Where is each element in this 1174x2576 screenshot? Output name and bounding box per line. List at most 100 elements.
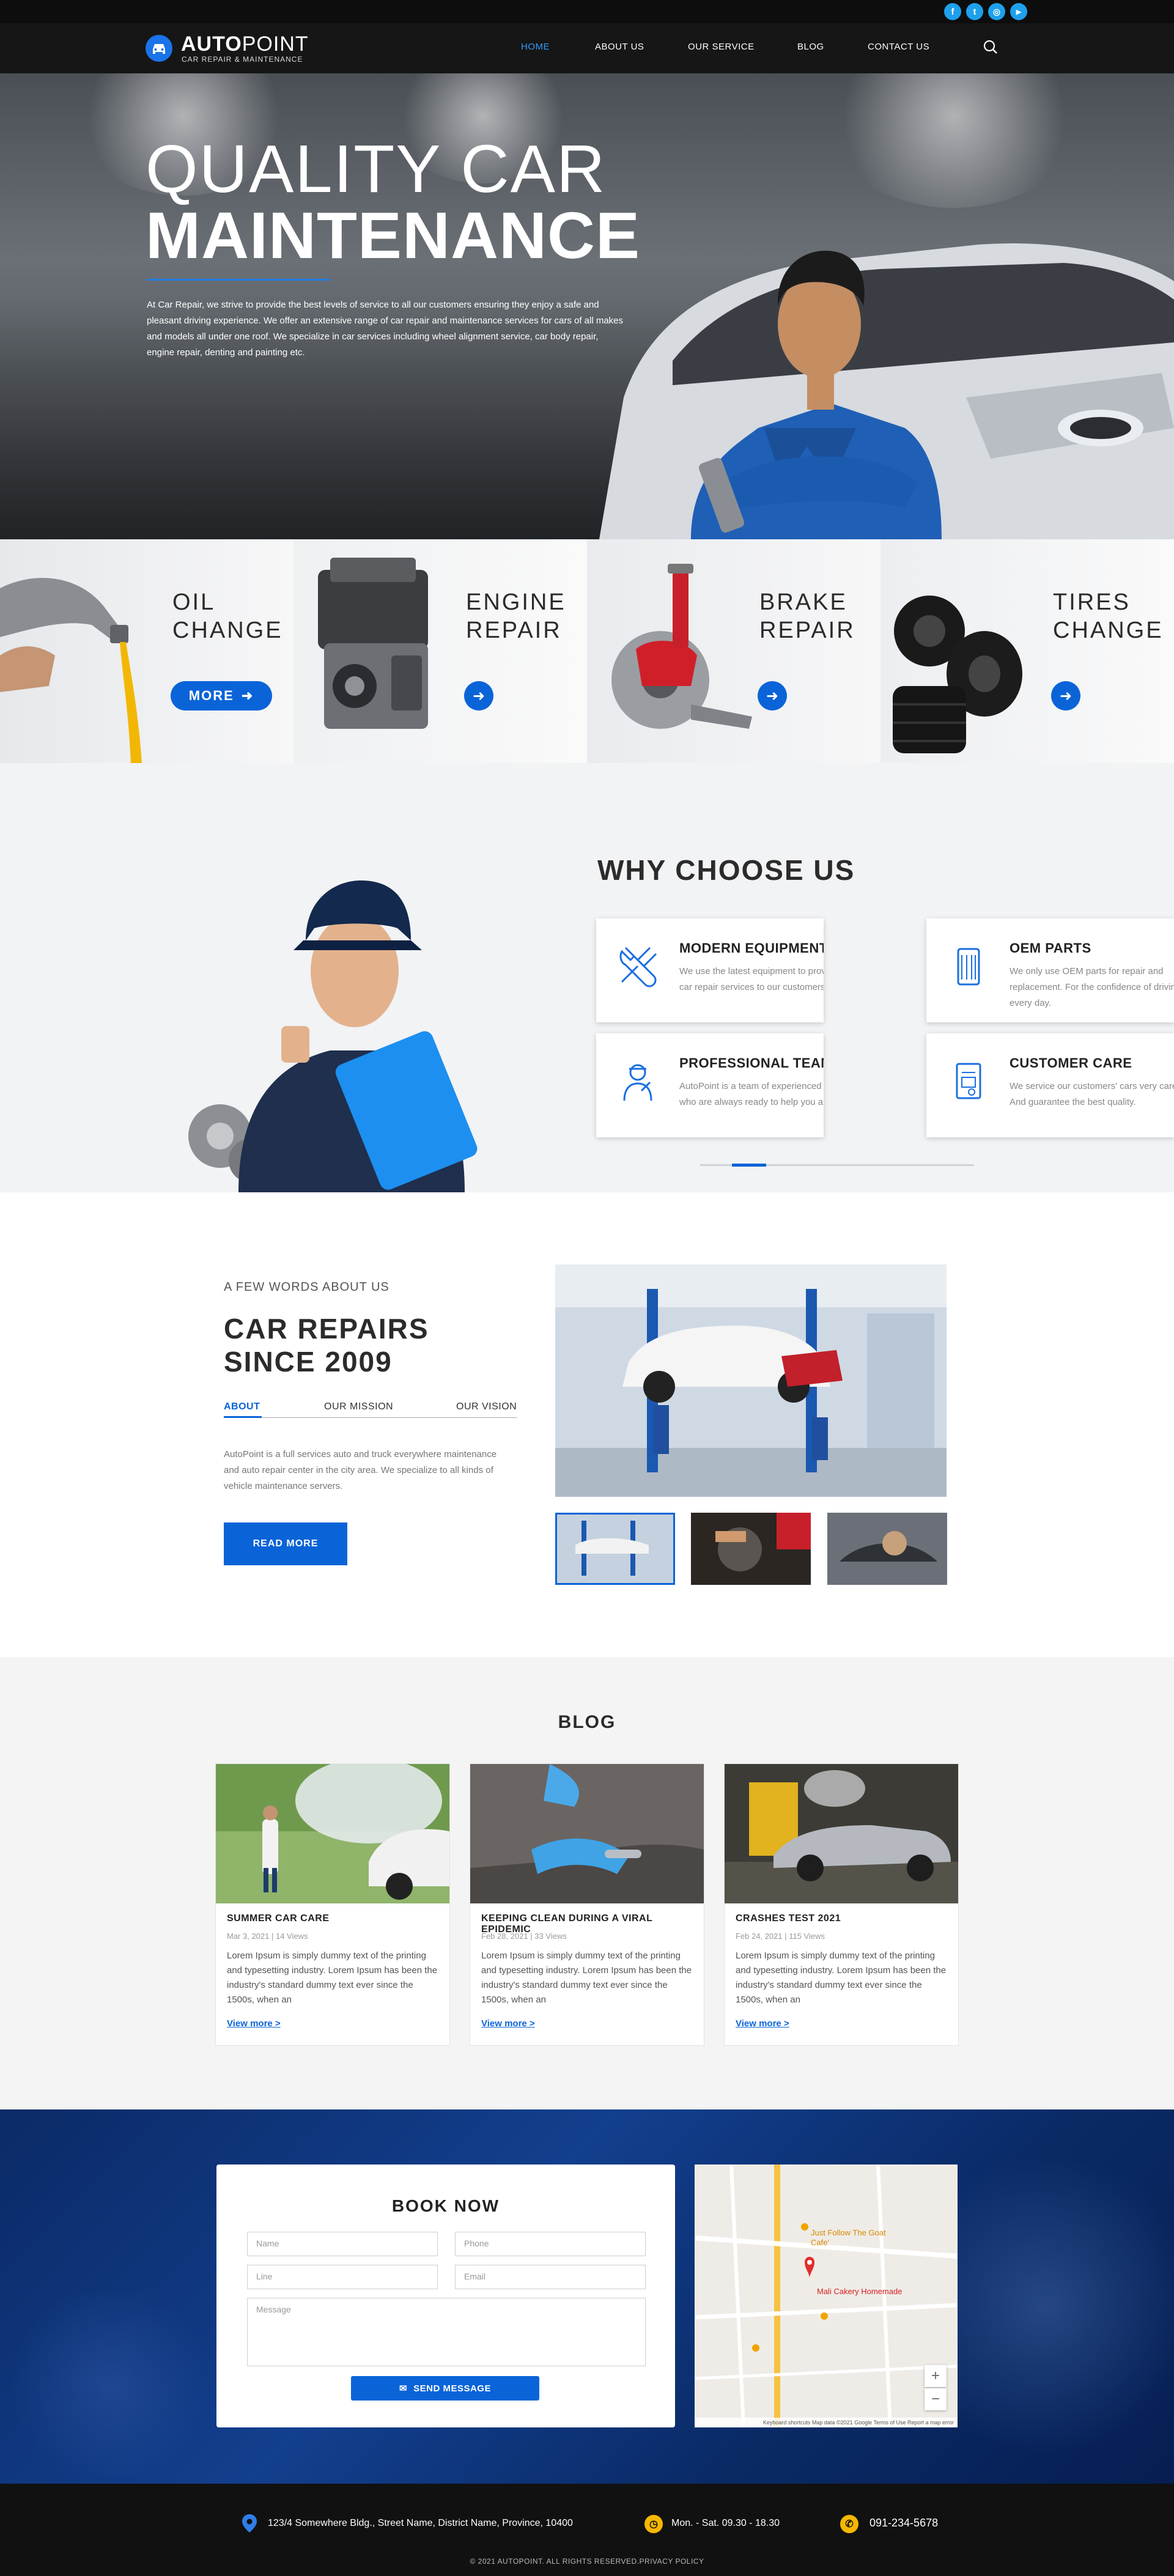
logo-tagline: CAR REPAIR & MAINTENANCE <box>182 55 303 64</box>
logo-wordmark[interactable]: AUTOPOINT <box>181 32 309 56</box>
booking-form: BOOK NOW Name Phone Line Email Message ✉… <box>216 2165 675 2427</box>
blog-post-image[interactable] <box>725 1764 958 1903</box>
footer-address: 123/4 Somewhere Bldg., Street Name, Dist… <box>268 2518 573 2528</box>
post-excerpt: Lorem Ipsum is simply dummy text of the … <box>736 1950 947 2005</box>
hero-title-light: QUALITY CAR <box>146 131 607 207</box>
feature-card-customer-care: CUSTOMER CARE We service our customers' … <box>926 1033 1174 1137</box>
instagram-icon[interactable]: ◎ <box>988 3 1005 20</box>
tab-about[interactable]: ABOUT <box>224 1401 260 1412</box>
post-excerpt: Lorem Ipsum is simply dummy text of the … <box>481 1950 692 2005</box>
thumbnail-3[interactable] <box>827 1513 947 1585</box>
envelope-icon: ✉ <box>399 2383 408 2394</box>
feature-card-oem-parts: OEM PARTS We only use OEM parts for repa… <box>926 918 1174 1022</box>
location-map[interactable]: Just Follow The Goat Cafe' Mali Cakery H… <box>695 2165 958 2427</box>
blog-post-card[interactable]: SUMMER CAR CARE Mar 3, 2021 | 14 Views L… <box>215 1763 450 2046</box>
service-engine-repair[interactable]: ENGINE REPAIR ➜ <box>294 539 587 763</box>
about-kicker: A FEW WORDS ABOUT US <box>224 1280 389 1294</box>
hero-banner: QUALITY CAR MAINTENANCE At Car Repair, w… <box>0 73 1174 539</box>
footer-copyright[interactable]: © 2021 AUTOPOINT. ALL RIGHTS RESERVED.PR… <box>0 2557 1174 2566</box>
footer-hours: Mon. - Sat. 09.30 - 18.30 <box>671 2518 780 2528</box>
blog-post-image[interactable] <box>470 1764 704 1903</box>
message-field[interactable]: Message <box>247 2298 646 2366</box>
arrow-right-icon[interactable]: ➜ <box>1051 681 1080 710</box>
nav-blog[interactable]: BLOG <box>797 42 824 52</box>
invoice-icon <box>956 1063 981 1099</box>
post-excerpt: Lorem Ipsum is simply dummy text of the … <box>227 1950 438 2005</box>
read-more-button[interactable]: READ MORE <box>224 1522 347 1565</box>
arrow-right-icon[interactable]: ➜ <box>464 681 493 710</box>
more-button[interactable]: MORE ➜ <box>171 681 272 710</box>
youtube-icon[interactable]: ▶ <box>1010 3 1027 20</box>
hero-underline <box>147 279 330 281</box>
why-title: WHY CHOOSE US <box>597 854 855 886</box>
search-icon[interactable] <box>983 39 999 58</box>
blog-post-image[interactable] <box>216 1764 449 1903</box>
about-text: AutoPoint is a full services auto and tr… <box>224 1449 497 1491</box>
post-meta: Mar 3, 2021 | 14 Views <box>227 1932 308 1941</box>
main-navbar: AUTOPOINT CAR REPAIR & MAINTENANCE HOME … <box>0 23 1174 73</box>
carousel-scrollbar-thumb[interactable] <box>732 1164 766 1167</box>
nav-about-us[interactable]: ABOUT US <box>595 42 644 52</box>
about-heading: CAR REPAIRS SINCE 2009 <box>224 1313 429 1378</box>
view-more-link[interactable]: View more > <box>227 2018 281 2029</box>
name-field[interactable]: Name <box>247 2232 438 2256</box>
map-place-label[interactable]: Just Follow The Goat Cafe' <box>811 2228 890 2248</box>
service-oil-change[interactable]: OIL CHANGE MORE ➜ <box>0 539 294 763</box>
send-message-button[interactable]: ✉ SEND MESSAGE <box>351 2376 539 2401</box>
twitter-icon[interactable]: t <box>966 3 983 20</box>
line-field[interactable]: Line <box>247 2265 438 2289</box>
email-field[interactable]: Email <box>455 2265 646 2289</box>
card-description: We use the latest equipment to provide t… <box>679 966 824 992</box>
location-pin-icon <box>242 2514 257 2536</box>
view-more-link[interactable]: View more > <box>481 2018 535 2029</box>
top-bar: f t ◎ ▶ <box>0 0 1174 23</box>
map-zoom-in-button[interactable]: + <box>925 2365 947 2387</box>
footer-phone[interactable]: 091-234-5678 <box>869 2517 938 2530</box>
card-title: CUSTOMER CARE <box>1010 1055 1132 1071</box>
service-title: BRAKE REPAIR <box>759 589 855 643</box>
facebook-icon[interactable]: f <box>944 3 961 20</box>
map-attribution: Keyboard shortcuts Map data ©2021 Google… <box>695 2418 958 2427</box>
oil-bottle-image <box>0 578 142 763</box>
thumbnail-1[interactable] <box>555 1513 675 1585</box>
blog-title: BLOG <box>558 1712 616 1732</box>
mechanic-worker-icon <box>623 1064 652 1101</box>
view-more-link[interactable]: View more > <box>736 2018 789 2029</box>
feature-card-modern-equipment: MODERN EQUIPMENT We use the latest equip… <box>596 918 824 1022</box>
tab-our-mission[interactable]: OUR MISSION <box>324 1401 393 1412</box>
wrench-icon <box>619 947 657 987</box>
nav-our-service[interactable]: OUR SERVICE <box>688 42 755 52</box>
post-meta: Feb 28, 2021 | 33 Views <box>481 1932 567 1941</box>
tires-image <box>893 596 1022 753</box>
nav-home[interactable]: HOME <box>521 42 550 52</box>
post-title[interactable]: CRASHES TEST 2021 <box>736 1913 841 1924</box>
card-description: AutoPoint is a team of experienced car e… <box>679 1081 824 1107</box>
blog-post-card[interactable]: KEEPING CLEAN DURING A VIRAL EPIDEMIC Fe… <box>470 1763 704 2046</box>
logo-car-icon[interactable] <box>146 35 172 62</box>
map-place-label[interactable]: Mali Cakery Homemade <box>817 2287 902 2296</box>
map-zoom-out-button[interactable]: − <box>925 2388 947 2410</box>
tab-divider <box>224 1417 517 1418</box>
clock-icon: ◷ <box>644 2515 663 2533</box>
service-title: TIRES CHANGE <box>1053 589 1164 643</box>
brake-image <box>611 564 752 729</box>
tab-active-indicator <box>224 1416 262 1418</box>
nav-contact-us[interactable]: CONTACT US <box>868 42 929 52</box>
card-description: We service our customers' cars very care… <box>1010 1081 1174 1107</box>
thumbnail-2[interactable] <box>691 1513 811 1585</box>
why-choose-us-section: WHY CHOOSE US MODERN EQUIPMENT We use th… <box>0 763 1174 1192</box>
service-title: OIL CHANGE <box>172 589 283 643</box>
mechanic-with-clipboard-image <box>188 880 478 1192</box>
service-brake-repair[interactable]: BRAKE REPAIR ➜ <box>587 539 880 763</box>
card-title: MODERN EQUIPMENT <box>679 940 824 956</box>
feature-card-professional-team: PROFESSIONAL TEAM AutoPoint is a team of… <box>596 1033 824 1137</box>
blog-post-card[interactable]: CRASHES TEST 2021 Feb 24, 2021 | 115 Vie… <box>724 1763 959 2046</box>
post-meta: Feb 24, 2021 | 115 Views <box>736 1932 825 1941</box>
phone-field[interactable]: Phone <box>455 2232 646 2256</box>
card-description: We only use OEM parts for repair and rep… <box>1010 966 1174 1008</box>
tab-our-vision[interactable]: OUR VISION <box>456 1401 517 1412</box>
filter-part-icon <box>957 948 980 986</box>
post-title[interactable]: SUMMER CAR CARE <box>227 1913 330 1924</box>
arrow-right-icon[interactable]: ➜ <box>758 681 787 710</box>
service-tires-change[interactable]: TIRES CHANGE ➜ <box>880 539 1174 763</box>
